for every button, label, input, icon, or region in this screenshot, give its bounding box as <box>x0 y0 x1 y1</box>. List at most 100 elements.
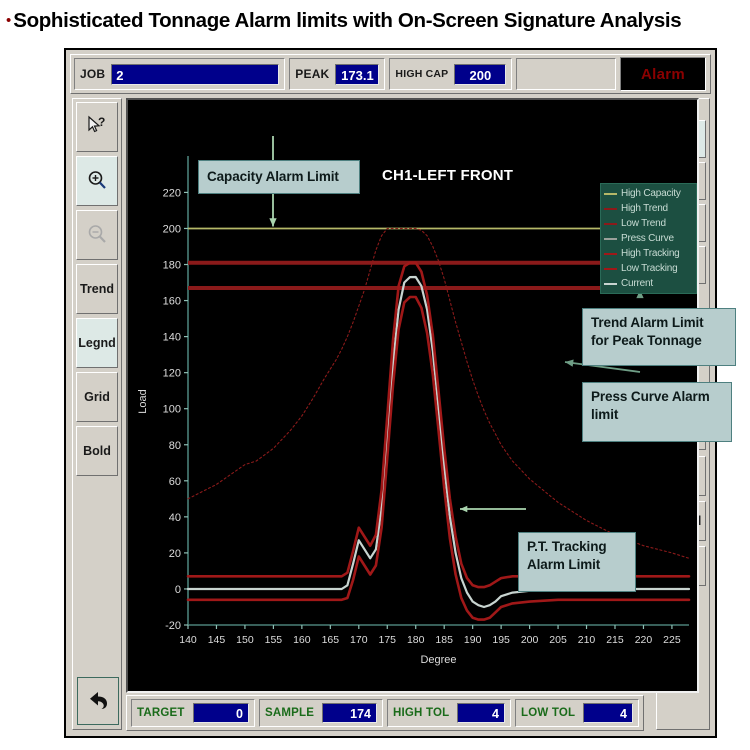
legend-swatch-icon <box>604 267 617 270</box>
alarm-status-indicator: Alarm <box>620 57 706 91</box>
legend-swatch-icon <box>604 252 617 255</box>
trend-label: Trend <box>79 282 115 296</box>
svg-text:Degree: Degree <box>420 654 456 666</box>
legend-item: Press Curve <box>604 231 693 246</box>
legend-label: Low Trend <box>621 218 666 229</box>
trend-button[interactable]: Trend <box>76 264 118 314</box>
svg-text:20: 20 <box>169 548 181 560</box>
low-tol-value[interactable]: 4 <box>583 703 633 723</box>
legend-item: Low Trend <box>604 216 693 231</box>
peak-value: 173.1 <box>335 63 380 85</box>
back-button[interactable] <box>77 677 119 725</box>
chart-legend: High Capacity High Trend Low Trend Press Cu… <box>600 183 697 294</box>
svg-text:200: 200 <box>521 634 539 646</box>
svg-text:185: 185 <box>435 634 453 646</box>
legend-label: Current <box>621 278 653 289</box>
svg-text:-20: -20 <box>165 620 181 632</box>
svg-text:40: 40 <box>169 512 181 524</box>
svg-text:160: 160 <box>163 296 181 308</box>
legend-label: High Trend <box>621 203 668 214</box>
svg-text:80: 80 <box>169 440 181 452</box>
callout-press-curve-alarm-limit: Press Curve Alarm limit <box>582 382 732 442</box>
svg-text:165: 165 <box>322 634 340 646</box>
sample-value[interactable]: 174 <box>322 703 377 723</box>
svg-text:180: 180 <box>163 260 181 272</box>
job-label: JOB <box>80 67 106 81</box>
svg-text:225: 225 <box>663 634 681 646</box>
top-status-bar: JOB 2 PEAK 173.1 HIGH CAP 200 Alarm <box>70 54 711 94</box>
caption-bullet-icon: • <box>6 11 12 29</box>
svg-text:190: 190 <box>464 634 482 646</box>
high-tol-field-group: HIGH TOL 4 <box>387 699 511 727</box>
svg-text:Load: Load <box>137 389 149 413</box>
sample-label: SAMPLE <box>265 707 315 719</box>
legend-swatch-icon <box>604 282 617 285</box>
legend-item: Current <box>604 276 693 291</box>
svg-text:60: 60 <box>169 476 181 488</box>
high-cap-label: HIGH CAP <box>395 68 449 80</box>
back-arrow-icon <box>85 686 111 717</box>
svg-text:180: 180 <box>407 634 425 646</box>
target-label: TARGET <box>137 707 185 719</box>
svg-text:0: 0 <box>175 584 181 596</box>
svg-text:120: 120 <box>163 368 181 380</box>
svg-text:160: 160 <box>293 634 311 646</box>
legend-button[interactable]: Legnd <box>76 318 118 368</box>
legend-item: High Capacity <box>604 186 693 201</box>
caption-text: Sophisticated Tonnage Alarm limits with … <box>13 9 682 32</box>
target-value[interactable]: 0 <box>192 703 249 723</box>
help-cursor-icon: ? <box>86 115 108 140</box>
high-tol-value[interactable]: 4 <box>457 703 505 723</box>
grid-button[interactable]: Grid <box>76 372 118 422</box>
callout-capacity-alarm-limit: Capacity Alarm Limit <box>198 160 360 194</box>
zoom-out-icon <box>86 223 108 248</box>
legend-item: High Trend <box>604 201 693 216</box>
svg-text:205: 205 <box>549 634 567 646</box>
peak-field-group: PEAK 173.1 <box>289 58 386 90</box>
svg-text:175: 175 <box>378 634 396 646</box>
peak-label: PEAK <box>295 67 330 81</box>
svg-text:?: ? <box>98 115 105 129</box>
zoom-out-button[interactable] <box>76 210 118 260</box>
top-bar-filler <box>516 58 616 90</box>
svg-text:150: 150 <box>236 634 254 646</box>
application-window: JOB 2 PEAK 173.1 HIGH CAP 200 Alarm ? Tr… <box>64 48 736 738</box>
target-field-group: TARGET 0 <box>131 699 255 727</box>
svg-text:140: 140 <box>179 634 197 646</box>
svg-text:140: 140 <box>163 332 181 344</box>
bold-label: Bold <box>83 444 111 458</box>
svg-text:170: 170 <box>350 634 368 646</box>
legend-item: Low Tracking <box>604 261 693 276</box>
grid-label: Grid <box>84 390 110 404</box>
callout-trend-alarm-limit: Trend Alarm Limit for Peak Tonnage <box>582 308 736 366</box>
legend-label: High Tracking <box>621 248 680 259</box>
left-toolbar: ? Trend Legnd Grid Bold <box>72 98 122 730</box>
chart-title: CH1-LEFT FRONT <box>382 167 514 184</box>
help-pointer-button[interactable]: ? <box>76 102 118 152</box>
legend-label: High Capacity <box>621 188 681 199</box>
legend-item: High Tracking <box>604 246 693 261</box>
low-tol-label: LOW TOL <box>521 707 576 719</box>
bold-button[interactable]: Bold <box>76 426 118 476</box>
job-field-group: JOB 2 <box>74 58 286 90</box>
zoom-in-icon <box>86 169 108 194</box>
svg-text:200: 200 <box>163 223 181 235</box>
legend-label: Low Tracking <box>621 263 678 274</box>
callout-pt-tracking-alarm-limit: P.T. Tracking Alarm Limit <box>518 532 636 592</box>
legend-swatch-icon <box>604 237 617 240</box>
page-caption: • Sophisticated Tonnage Alarm limits wit… <box>0 0 750 42</box>
high-tol-label: HIGH TOL <box>393 707 450 719</box>
legend-label: Press Curve <box>621 233 674 244</box>
high-cap-field-group: HIGH CAP 200 <box>389 58 513 90</box>
sample-field-group: SAMPLE 174 <box>259 699 383 727</box>
low-tol-field-group: LOW TOL 4 <box>515 699 639 727</box>
svg-text:100: 100 <box>163 404 181 416</box>
legend-label: Legnd <box>78 336 116 350</box>
legend-swatch-icon <box>604 222 617 225</box>
job-value[interactable]: 2 <box>111 63 280 85</box>
alarm-status-text: Alarm <box>640 65 686 83</box>
zoom-in-button[interactable] <box>76 156 118 206</box>
svg-text:155: 155 <box>265 634 283 646</box>
high-cap-value[interactable]: 200 <box>454 63 507 85</box>
legend-swatch-icon <box>604 207 617 210</box>
